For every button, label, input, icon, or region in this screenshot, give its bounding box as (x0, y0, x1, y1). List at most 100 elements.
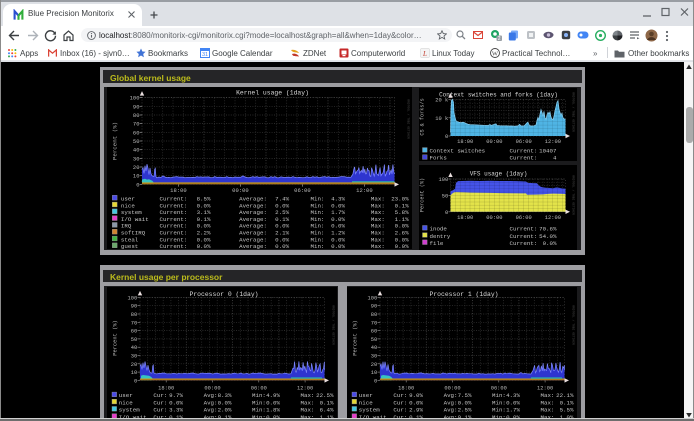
svg-text:Current:: Current: (160, 243, 188, 249)
svg-text:06:00: 06:00 (516, 139, 532, 145)
svg-text:nice: nice (359, 399, 373, 406)
svg-text:Max:: Max: (371, 243, 385, 249)
svg-text:100: 100 (127, 295, 137, 301)
svg-text:10: 10 (133, 173, 140, 180)
svg-text:Percent (%): Percent (%) (113, 320, 119, 356)
svg-text:Forks: Forks (430, 155, 447, 162)
svg-text:Max:: Max: (541, 392, 555, 399)
svg-text:0: 0 (445, 210, 448, 216)
svg-text:40: 40 (371, 345, 377, 351)
svg-text:10: 10 (371, 370, 377, 376)
svg-text:50: 50 (131, 337, 137, 343)
svg-text:Cur:: Cur: (153, 407, 167, 414)
svg-text:0.0%: 0.0% (331, 243, 345, 249)
svg-text:0.0%: 0.0% (218, 399, 232, 406)
svg-text:0.0%: 0.0% (506, 399, 520, 406)
svg-text:1.8%: 1.8% (266, 407, 280, 414)
svg-text:Min:: Min: (252, 392, 266, 399)
svg-text:100: 100 (367, 295, 377, 301)
svg-text:20: 20 (131, 362, 137, 368)
svg-text:file: file (430, 240, 444, 247)
svg-text:user: user (119, 392, 133, 399)
svg-text:22.5%: 22.5% (316, 392, 334, 399)
svg-text:Avg:: Avg: (204, 399, 218, 406)
svg-text:0.1%: 0.1% (560, 399, 574, 406)
svg-text:60: 60 (133, 129, 140, 136)
svg-text:Context switches and forks (1: Context switches and forks (1day) (439, 92, 558, 99)
svg-text:0: 0 (134, 378, 137, 384)
svg-text:L: L (422, 50, 427, 58)
svg-text:00:00: 00:00 (444, 386, 460, 392)
svg-text:70.6%: 70.6% (539, 226, 557, 233)
svg-text:10: 10 (131, 370, 137, 376)
svg-text:06:00: 06:00 (251, 386, 267, 392)
svg-text:W: W (492, 50, 499, 57)
svg-text:Current:: Current: (510, 147, 538, 154)
svg-text:Cur:: Cur: (153, 392, 167, 399)
svg-text:50: 50 (442, 193, 448, 199)
svg-text:Avg:: Avg: (444, 407, 458, 414)
svg-text:Avg:: Avg: (204, 392, 218, 399)
svg-text:inode: inode (430, 226, 448, 233)
svg-text:2.0%: 2.0% (218, 407, 232, 414)
svg-text:90: 90 (131, 304, 137, 310)
svg-text:Cur:: Cur: (393, 407, 407, 414)
svg-text:Min:: Min: (311, 243, 325, 249)
svg-text:Context switches: Context switches (430, 147, 486, 154)
svg-text:guest: guest (121, 243, 138, 249)
svg-text:Min:: Min: (492, 392, 506, 399)
svg-text:40: 40 (131, 345, 137, 351)
svg-text:RRDTOOL / TOBI OETIKER: RRDTOOL / TOBI OETIKER (572, 175, 576, 215)
svg-text:06:00: 06:00 (516, 215, 532, 221)
svg-text:2.5%: 2.5% (458, 407, 472, 414)
svg-text:10 k: 10 k (435, 116, 448, 122)
svg-text:Percent (%): Percent (%) (353, 320, 359, 356)
svg-text:RRDTOOL / TOBI OETIKER: RRDTOOL / TOBI OETIKER (407, 99, 411, 139)
svg-text:Current:: Current: (510, 155, 538, 162)
svg-text:nice: nice (119, 399, 133, 406)
svg-text:Processor 0 (1day): Processor 0 (1day) (189, 291, 258, 298)
svg-text:20: 20 (133, 164, 140, 171)
svg-text:100: 100 (130, 95, 140, 102)
svg-text:00:00: 00:00 (486, 139, 502, 145)
svg-text:12:00: 12:00 (297, 386, 313, 392)
svg-text:1.7%: 1.7% (506, 407, 520, 414)
svg-text:18:00: 18:00 (398, 386, 414, 392)
svg-text:0.0%: 0.0% (395, 243, 409, 249)
svg-text:06:00: 06:00 (294, 187, 311, 194)
svg-text:Current:: Current: (510, 240, 538, 247)
svg-text:0: 0 (374, 378, 377, 384)
svg-text:5.5%: 5.5% (560, 407, 574, 414)
svg-text:40: 40 (133, 147, 140, 154)
svg-text:RRDTOOL / TOBI OETIKER: RRDTOOL / TOBI OETIKER (572, 305, 576, 345)
svg-text:18:00: 18:00 (158, 386, 174, 392)
svg-text:Avg:: Avg: (444, 399, 458, 406)
svg-text:Min:: Min: (252, 399, 266, 406)
svg-text:8.3%: 8.3% (218, 392, 232, 399)
svg-text:RRDTOOL / TOBI OETIKER: RRDTOOL / TOBI OETIKER (332, 305, 336, 345)
svg-text:3.3%: 3.3% (169, 407, 183, 414)
svg-text:Max:: Max: (301, 399, 315, 406)
svg-text:Avg:: Avg: (204, 407, 218, 414)
svg-text:Max:: Max: (301, 407, 315, 414)
svg-text:80: 80 (133, 112, 140, 119)
svg-text:50: 50 (371, 337, 377, 343)
svg-text:Max:: Max: (541, 399, 555, 406)
svg-text:12:00: 12:00 (545, 215, 561, 221)
svg-text:70: 70 (133, 121, 140, 128)
svg-text:Current:: Current: (510, 226, 538, 233)
svg-text:18:00: 18:00 (170, 187, 187, 194)
svg-text:90: 90 (371, 304, 377, 310)
svg-text:90: 90 (133, 103, 140, 110)
svg-text:06:00: 06:00 (491, 386, 507, 392)
svg-text:00:00: 00:00 (232, 187, 249, 194)
svg-text:Cur:: Cur: (393, 399, 407, 406)
svg-text:Current:: Current: (510, 233, 538, 240)
svg-text:0.0%: 0.0% (169, 399, 183, 406)
svg-text:18:00: 18:00 (457, 215, 473, 221)
svg-text:12:00: 12:00 (356, 187, 373, 194)
svg-text:30: 30 (371, 354, 377, 360)
svg-text:9.7%: 9.7% (169, 392, 183, 399)
svg-text:54.0%: 54.0% (539, 233, 557, 240)
svg-text:0.0%: 0.0% (197, 243, 211, 249)
